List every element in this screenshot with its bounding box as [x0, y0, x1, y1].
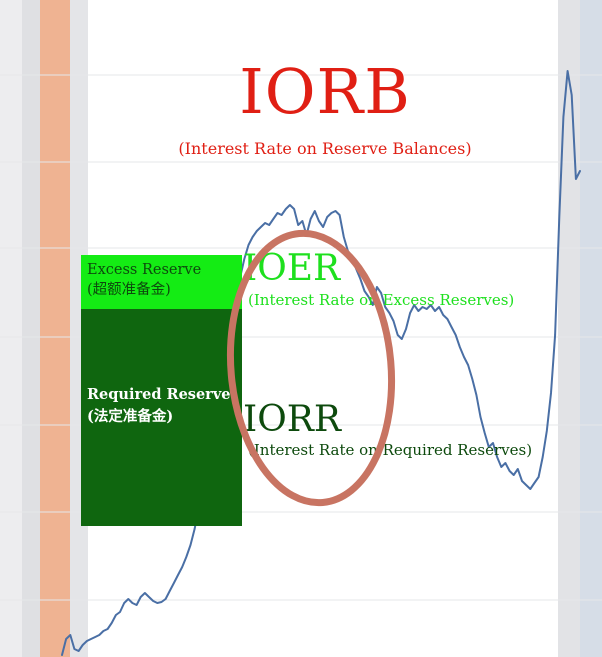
ioer-subtitle: (Interest Rate on Excess Reserves) — [248, 291, 515, 309]
ioer-title: IOER — [243, 248, 341, 289]
iorb-subtitle: (Interest Rate on Reserve Balances) — [178, 139, 472, 158]
required-reserve-box: Required Reserve (法定准备金) — [81, 309, 242, 526]
excess-reserve-box: Excess Reserve (超额准备金) — [81, 255, 242, 309]
iorb-title: IORB — [239, 55, 411, 128]
excess-reserve-chinese-label: (超额准备金) — [87, 282, 171, 298]
required-reserve-label: Required Reserve — [87, 386, 231, 403]
iorr-title: IORR — [243, 399, 341, 440]
required-reserve-chinese-label: (法定准备金) — [87, 408, 174, 425]
excess-reserve-label: Excess Reserve — [87, 262, 202, 278]
iorr-subtitle: (Interest Rate on Required Reserves) — [248, 441, 533, 459]
